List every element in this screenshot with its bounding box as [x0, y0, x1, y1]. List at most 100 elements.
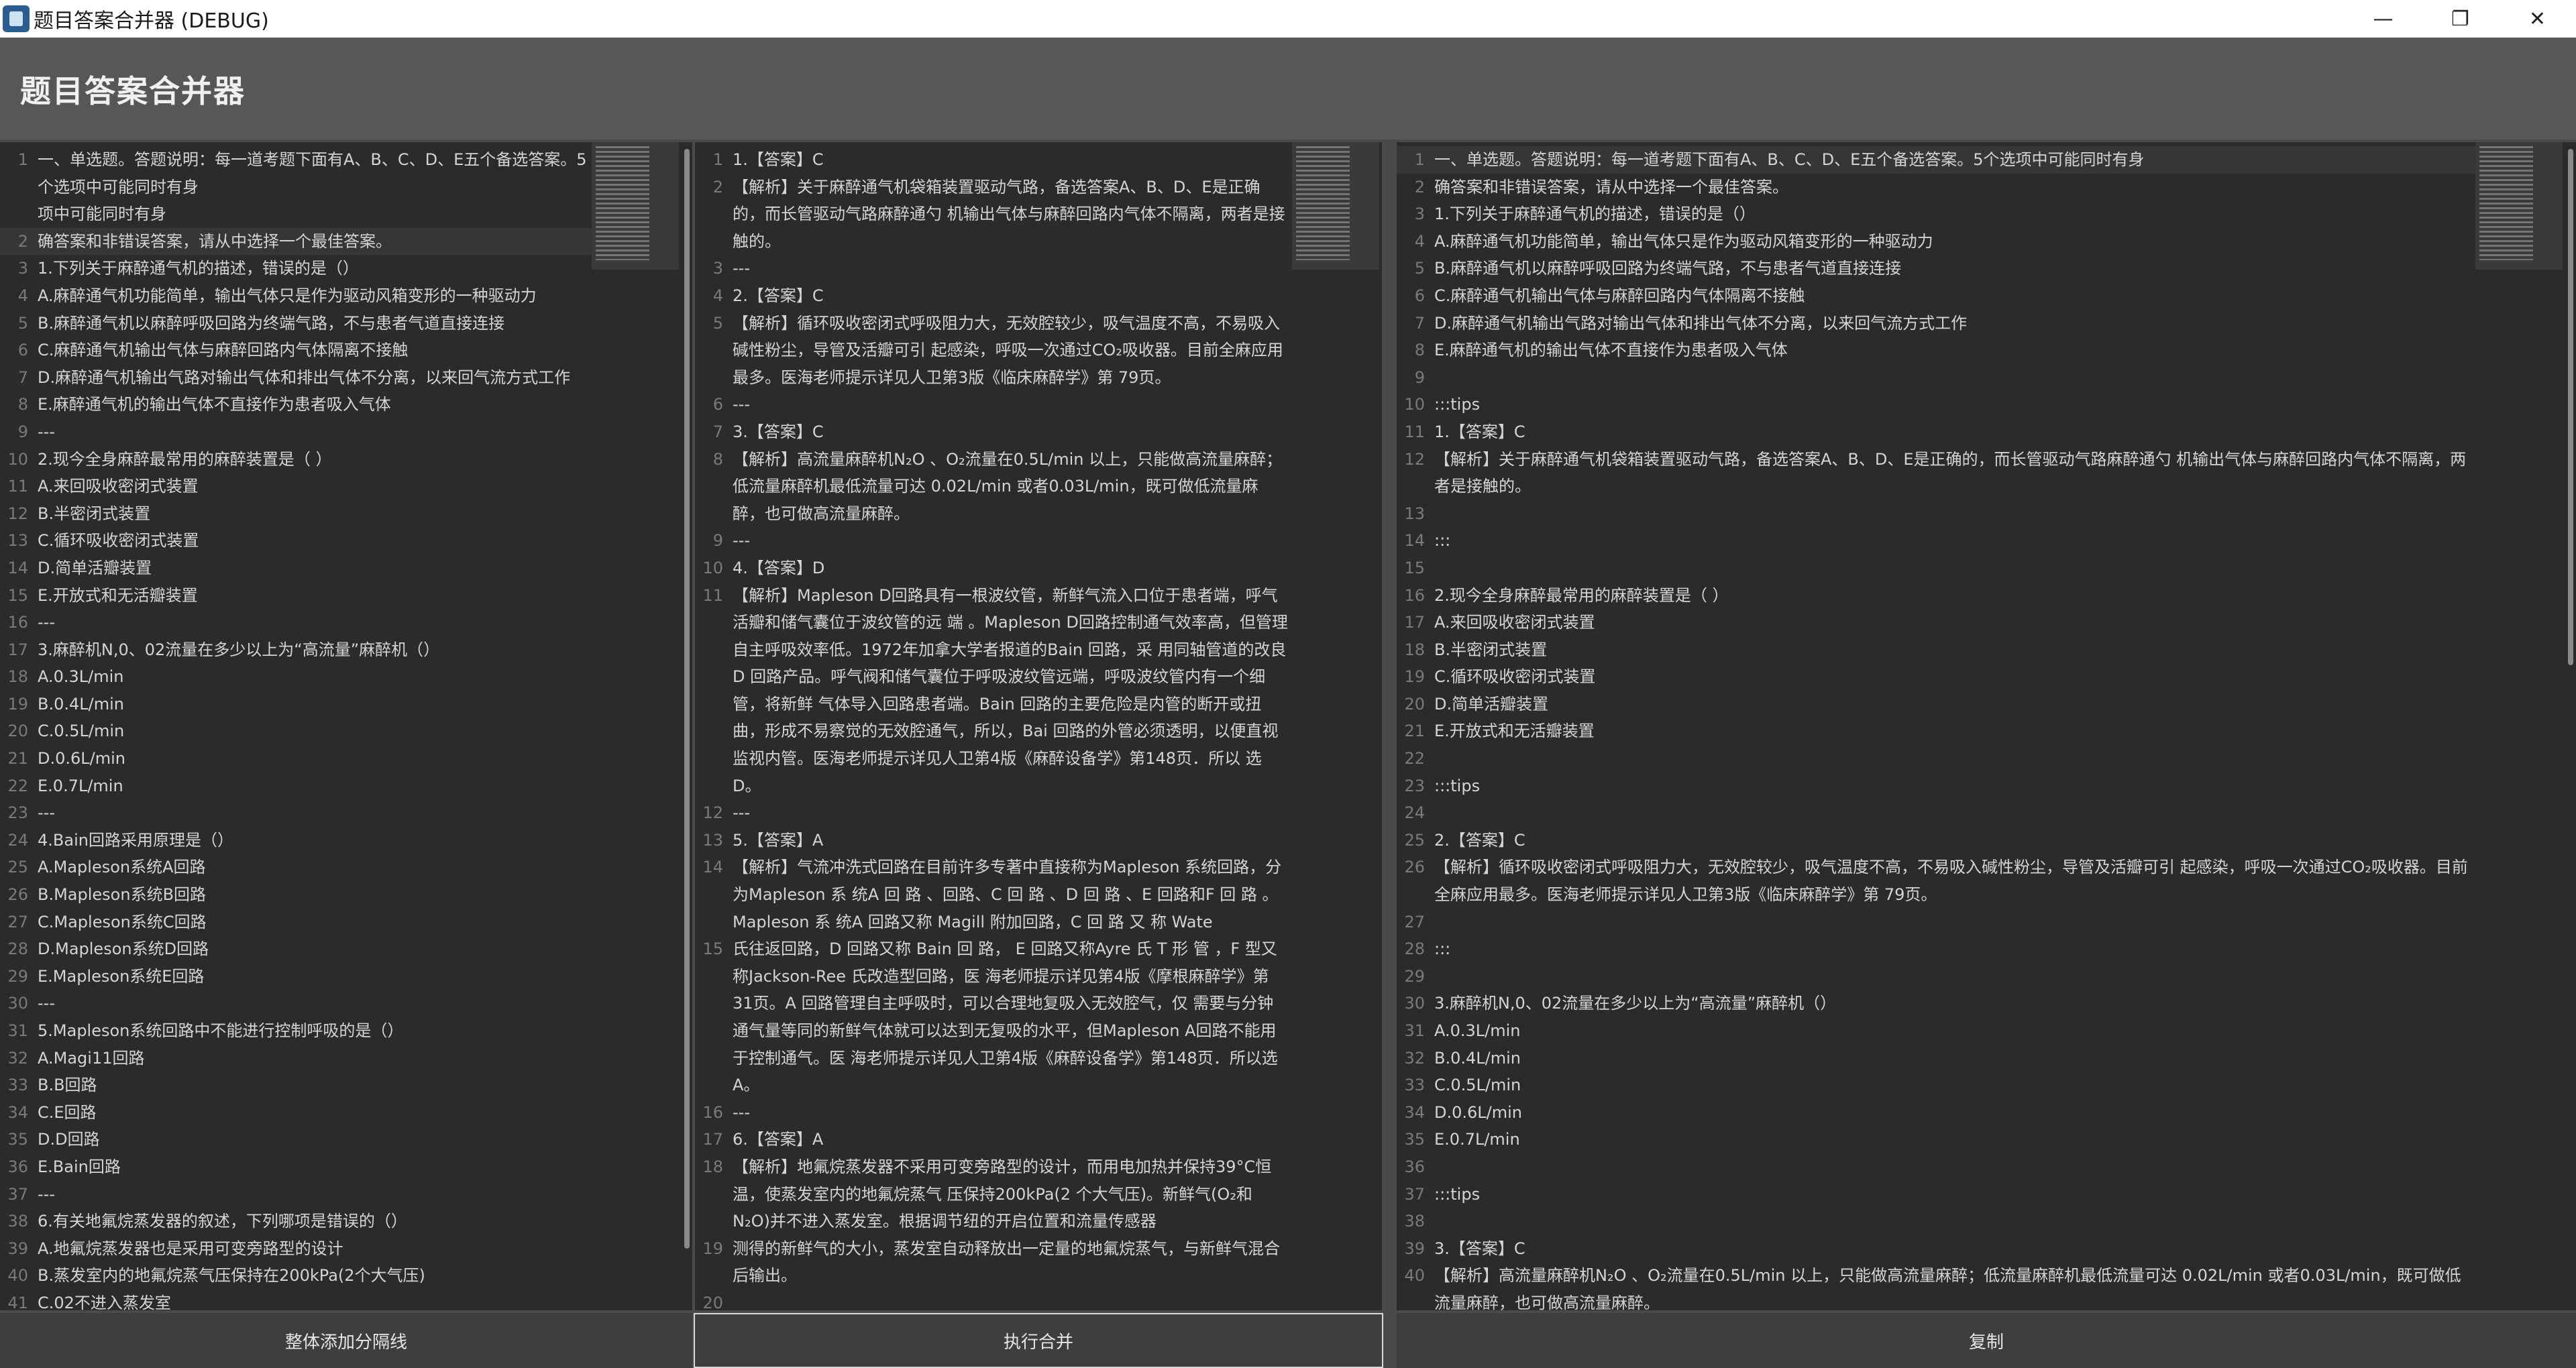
line-text: --- — [733, 395, 750, 414]
editor-line: 23:::tips — [1397, 773, 2475, 800]
merged-minimap[interactable] — [2475, 142, 2563, 270]
line-number: 33 — [1404, 1076, 1425, 1095]
editor-line: 7 D.麻醉通气机输出气路对输出气体和排出气体不分离，以来回气流方式工作 — [0, 364, 592, 392]
line-number: 8 — [17, 395, 28, 414]
minimize-button[interactable]: — — [2345, 0, 2422, 38]
line-text: 测得的新鲜气的大小，蒸发室自动释放出一定量的地氟烷蒸气，与新鲜气混合后输出。 — [733, 1239, 1280, 1286]
merge-button[interactable]: 执行合并 — [694, 1313, 1383, 1368]
line-text: --- — [38, 422, 55, 441]
questions-minimap[interactable] — [592, 142, 679, 270]
line-text — [1430, 500, 2475, 528]
editor-line: 22 E.0.7L/min — [0, 773, 592, 800]
line-number: 18 — [1404, 640, 1425, 659]
editor-line: 5 B.麻醉通气机以麻醉呼吸回路为终端气路，不与患者气道直接连接 — [0, 310, 592, 337]
line-text: 1.【答案】C — [733, 150, 824, 169]
editor-line: 31 5.Mapleson系统回路中不能进行控制呼吸的是（） — [0, 1017, 592, 1045]
line-number: 41 — [7, 1293, 28, 1310]
maximize-button[interactable]: ❐ — [2422, 0, 2499, 38]
answers-editor[interactable]: 1 1.【答案】C 2 【解析】关于麻醉通气机袋箱装置驱动气路，备选答案A、B、D、E… — [695, 142, 1382, 1310]
editor-line: 3 1.下列关于麻醉通气机的描述，错误的是（） — [0, 255, 592, 282]
line-number: 14 — [702, 858, 723, 877]
answers-minimap[interactable] — [1292, 142, 1379, 270]
editor-line: 3 1.下列关于麻醉通气机的描述，错误的是（） — [1397, 201, 2475, 228]
line-number: 5 — [17, 313, 28, 333]
line-text: 氏往返回路，D 回路又称 Bain 回 路， E 回路又称Ayre 氏 T 形 … — [733, 939, 1278, 1095]
questions-scrollbar[interactable] — [682, 142, 692, 1310]
editor-line: 16 --- — [0, 609, 592, 636]
line-text — [1430, 745, 2475, 773]
app-icon — [3, 5, 30, 32]
editor-line: 10 4.【答案】D — [695, 555, 1288, 582]
line-text: D.简单活瓣装置 — [1434, 694, 1549, 714]
line-number: 2 — [1414, 177, 1425, 196]
add-divider-button[interactable]: 整体添加分隔线 — [0, 1313, 692, 1368]
questions-editor[interactable]: 1 一、单选题。答题说明：每一道考题下面有A、B、C、D、E五个备选答案。5个选项… — [0, 142, 692, 1310]
merged-editor[interactable]: 1 一、单选题。答题说明：每一道考题下面有A、B、C、D、E五个备选答案。5个选项… — [1397, 142, 2576, 1310]
line-text — [1430, 909, 2475, 936]
close-button[interactable]: ✕ — [2499, 0, 2576, 38]
editor-line: 39 A.地氟烷蒸发器也是采用可变旁路型的设计 — [0, 1235, 592, 1263]
editor-line: 30 --- — [0, 990, 592, 1017]
line-text: E.麻醉通气机的输出气体不直接作为患者吸入气体 — [1434, 341, 1788, 360]
line-text: C.循环吸收密闭式装置 — [38, 531, 199, 551]
line-number: 18 — [7, 667, 28, 687]
line-number: 9 — [712, 531, 723, 551]
editor-line: 17 A.来回吸收密闭式装置 — [1397, 609, 2475, 636]
editor-line: 25 2.【答案】C — [1397, 827, 2475, 854]
line-number: 33 — [7, 1076, 28, 1095]
line-number: 31 — [7, 1021, 28, 1040]
editor-line: 9 — [1397, 364, 2475, 392]
merged-scrollbar[interactable] — [2565, 142, 2576, 1310]
line-number: 38 — [7, 1212, 28, 1231]
editor-line: 11 【解析】Mapleson D回路具有一根波纹管，新鲜气流入口位于患者端，呼气… — [695, 582, 1288, 800]
line-text: C.0.5L/min — [1434, 1076, 1521, 1095]
line-number: 27 — [7, 912, 28, 931]
editor-line: 8 E.麻醉通气机的输出气体不直接作为患者吸入气体 — [0, 391, 592, 418]
line-text: --- — [38, 613, 55, 632]
merged-scrollbar-thumb[interactable] — [2568, 149, 2573, 665]
line-number: 11 — [7, 477, 28, 496]
editor-line: 12 --- — [695, 799, 1288, 827]
questions-scrollbar-thumb[interactable] — [684, 149, 690, 1249]
line-number: 34 — [7, 1102, 28, 1122]
line-text: --- — [733, 803, 750, 823]
line-number: 28 — [1404, 939, 1425, 959]
editor-line: 5 B.麻醉通气机以麻醉呼吸回路为终端气路，不与患者气道直接连接 — [1397, 255, 2475, 282]
editor-line: 4 A.麻醉通气机功能简单，输出气体只是作为驱动风箱变形的一种驱动力 — [0, 282, 592, 310]
line-number: 4 — [712, 286, 723, 305]
line-number: 23 — [1404, 776, 1425, 795]
line-text: 5.【答案】A — [733, 830, 824, 850]
editor-line: 19 B.0.4L/min — [0, 691, 592, 718]
line-text — [1430, 963, 2475, 990]
line-text: --- — [733, 259, 750, 278]
line-text: C.Mapleson系统C回路 — [38, 912, 207, 931]
line-number: 28 — [7, 939, 28, 959]
editor-line: 13 — [1397, 500, 2475, 528]
editor-line: 24 4.Bain回路采用原理是（） — [0, 827, 592, 854]
line-text: 【解析】气流冲洗式回路在目前许多专著中直接称为Mapleson 系统回路，分为M… — [733, 858, 1282, 931]
line-number: 10 — [702, 558, 723, 577]
line-number: 19 — [7, 694, 28, 714]
line-text: 【解析】循环吸收密闭式呼吸阻力大，无效腔较少，吸气温度不高，不易吸入碱性粉尘，导… — [733, 313, 1283, 387]
copy-button[interactable]: 复制 — [1397, 1313, 2576, 1368]
editor-line: 29 — [1397, 963, 2475, 990]
line-number: 7 — [1414, 313, 1425, 333]
line-number: 7 — [712, 422, 723, 441]
line-text: 一、单选题。答题说明：每一道考题下面有A、B、C、D、E五个备选答案。5个选项中… — [1434, 150, 2145, 169]
line-number: 17 — [702, 1130, 723, 1149]
editor-line: 36 — [1397, 1153, 2475, 1181]
line-number: 25 — [7, 858, 28, 877]
editor-line: 9 --- — [0, 418, 592, 446]
editor-line: 20 D.简单活瓣装置 — [1397, 691, 2475, 718]
editor-line: 1 一、单选题。答题说明：每一道考题下面有A、B、C、D、E五个备选答案。5个选项… — [1397, 146, 2475, 174]
editor-line: 22 — [1397, 745, 2475, 773]
editor-line: 37 --- — [0, 1181, 592, 1208]
line-text: E.开放式和无活瓣装置 — [38, 585, 198, 605]
line-text: A.0.3L/min — [1434, 1021, 1521, 1040]
editor-line: 21 E.开放式和无活瓣装置 — [1397, 718, 2475, 745]
line-text: :::tips — [1434, 776, 1481, 795]
line-number: 13 — [702, 830, 723, 850]
editor-line: 1 1.【答案】C — [695, 146, 1288, 174]
line-text — [729, 1290, 1288, 1310]
line-number: 4 — [1414, 231, 1425, 251]
